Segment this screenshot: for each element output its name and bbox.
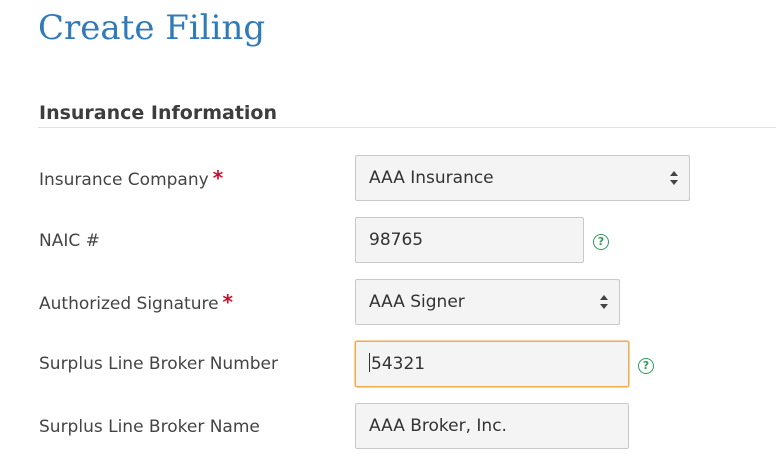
section-title-insurance-information: Insurance Information — [39, 102, 277, 124]
select-arrows-icon — [670, 171, 678, 185]
authorized-signature-select-value: AAA Signer — [369, 292, 465, 312]
naic-label-text: NAIC # — [39, 231, 100, 251]
broker-number-input[interactable]: 54321 — [355, 341, 629, 387]
authorized-signature-select[interactable]: AAA Signer — [355, 279, 620, 325]
broker-name-label: Surplus Line Broker Name — [39, 416, 260, 438]
broker-name-label-text: Surplus Line Broker Name — [39, 417, 260, 437]
naic-label: NAIC # — [39, 230, 100, 252]
broker-number-input-value: 54321 — [371, 354, 426, 374]
broker-name-input-value: AAA Broker, Inc. — [369, 416, 507, 436]
select-arrows-icon — [600, 295, 608, 309]
section-divider — [38, 127, 776, 128]
required-asterisk: * — [212, 166, 224, 190]
insurance-company-select[interactable]: AAA Insurance — [355, 155, 690, 201]
page-title: Create Filing — [38, 8, 266, 48]
authorized-signature-label-text: Authorized Signature — [39, 294, 219, 314]
broker-number-help-icon[interactable]: ? — [638, 358, 654, 374]
insurance-company-select-value: AAA Insurance — [369, 168, 494, 188]
text-cursor — [369, 353, 370, 372]
naic-input[interactable]: 98765 — [355, 217, 584, 263]
required-asterisk: * — [222, 290, 234, 314]
naic-help-icon[interactable]: ? — [593, 234, 609, 250]
insurance-company-label: Insurance Company * — [39, 167, 223, 191]
naic-input-value: 98765 — [369, 230, 424, 250]
broker-number-label-text: Surplus Line Broker Number — [39, 354, 278, 374]
authorized-signature-label: Authorized Signature * — [39, 291, 233, 315]
broker-number-label: Surplus Line Broker Number — [39, 353, 278, 375]
insurance-company-label-text: Insurance Company — [39, 170, 209, 190]
broker-name-input[interactable]: AAA Broker, Inc. — [355, 403, 629, 449]
